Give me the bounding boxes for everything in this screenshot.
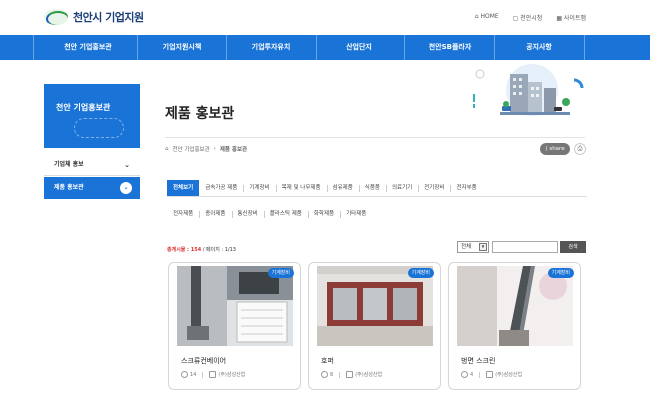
tab-wood[interactable]: 목재 및 나무제품: [275, 180, 327, 196]
product-meta: 14 (주)삼성산업: [181, 371, 245, 378]
category-badge: 기계장비: [547, 268, 574, 278]
product-name: 벙면 스크린: [461, 357, 496, 365]
views: 14: [181, 371, 196, 378]
nav-item-promo[interactable]: 천안 기업홍보관: [43, 35, 133, 60]
user-icon: [461, 371, 468, 378]
breadcrumb-item[interactable]: 천안 기업홍보관: [173, 145, 210, 153]
divider: [479, 371, 481, 378]
product-card[interactable]: 기계장비 스크류컨베이어 14 (주)삼성산업: [168, 262, 301, 390]
tab-electronics[interactable]: 전자제품: [167, 206, 199, 223]
product-card[interactable]: 기계장비 호퍼 8 (주)삼성산업: [308, 262, 441, 390]
divider: [165, 137, 585, 138]
site-logo[interactable]: 천안시 기업지원: [44, 9, 144, 25]
sidebar-banner: 천안 기업홍보관: [44, 84, 140, 148]
search-input[interactable]: [492, 241, 558, 253]
user-icon: [321, 371, 328, 378]
sidebar-item-label: 제품 홍보관: [54, 184, 84, 191]
select-value: 전체: [461, 244, 472, 250]
product-photo: [317, 266, 433, 346]
city-logo-icon: [44, 9, 68, 25]
nav-divider: [33, 35, 34, 60]
top-bar: 천안시 기업지원 ⌂ HOME ▢ 천안시청 ▦ 사이트맵: [0, 0, 650, 35]
views: 4: [461, 371, 473, 378]
search-button[interactable]: 검색: [560, 241, 586, 253]
post-count: 총게시물 : 154 / 페이지 : 1/13: [167, 246, 236, 253]
tab-electrical[interactable]: 전기장비: [418, 180, 450, 196]
views: 8: [321, 371, 333, 378]
home-icon[interactable]: ⌂: [165, 146, 169, 152]
category-badge: 기계장비: [267, 268, 294, 278]
tab-all[interactable]: 전체보기: [167, 180, 200, 196]
tab-metal[interactable]: 금속가공 제품: [199, 180, 243, 196]
city-hall-link[interactable]: ▢ 천안시청: [513, 13, 543, 22]
category-badge: 기계장비: [407, 268, 434, 278]
tab-medical[interactable]: 의료기기: [385, 180, 418, 196]
product-photo: [177, 266, 293, 346]
tab-paper[interactable]: 종이제품: [199, 206, 231, 223]
breadcrumb-separator: ›: [213, 146, 216, 152]
utility-links: ⌂ HOME ▢ 천안시청 ▦ 사이트맵: [475, 13, 586, 22]
tab-chemical[interactable]: 화학제품: [307, 206, 340, 223]
share-button[interactable]: ⟨ share: [540, 143, 570, 155]
nav-divider: [584, 35, 585, 60]
search-scope-select[interactable]: 전체 ▾: [457, 241, 489, 253]
divider: [202, 371, 204, 378]
home-link[interactable]: ⌂ HOME: [475, 13, 499, 22]
product-card[interactable]: 기계장비 벙면 스크린 4 (주)삼성산업: [448, 262, 581, 390]
company: (주)삼성산업: [486, 371, 522, 378]
product-meta: 8 (주)삼성산업: [321, 371, 382, 378]
tab-telecom[interactable]: 통신장비: [231, 206, 264, 223]
nav-item-investment[interactable]: 기업투자유치: [226, 35, 316, 60]
nav-item-policy[interactable]: 기업지원시책: [137, 35, 227, 60]
site-logo-text: 천안시 기업지원: [73, 11, 144, 24]
company: (주)삼성산업: [209, 371, 245, 378]
category-tabs: 전체보기 금속가공 제품 기계장비 목재 및 나무제품 섬유제품 식품품 의료기…: [167, 180, 587, 197]
building-icon: [346, 371, 354, 378]
tab-food[interactable]: 식품품: [358, 180, 386, 196]
building-icon: [486, 371, 494, 378]
sidebar-item-label: 기업체 홍보: [54, 161, 84, 168]
page-title: 제품 홍보관: [165, 106, 235, 122]
print-icon[interactable]: ⎙: [574, 143, 586, 155]
city-buildings-illustration: [473, 64, 584, 116]
chevron-down-icon: ⌄: [120, 182, 132, 194]
product-name: 호퍼: [321, 357, 334, 365]
nav-item-industrial-park[interactable]: 산업단지: [314, 35, 404, 60]
people-illustration-icon: [74, 118, 124, 138]
count-value: 154: [190, 247, 202, 253]
sidebar-item-company-promo[interactable]: 기업체 홍보 ⌄: [44, 154, 140, 176]
breadcrumb: ⌂ 천안 기업홍보관 › 제품 홍보관: [165, 145, 247, 153]
user-icon: [181, 371, 188, 378]
sidebar-banner-title: 천안 기업홍보관: [56, 103, 111, 112]
divider: [339, 371, 341, 378]
category-tabs-row2: 전자제품 종이제품 통신장비 플라스틱 제품 화학제품 기타제품: [167, 206, 372, 223]
count-label: 총게시물: [167, 247, 186, 253]
tab-textile[interactable]: 섬유제품: [326, 180, 359, 196]
main-navigation: 천안 기업홍보관 기업지원시책 기업투자유치 산업단지 천안SB플라자 공지사항: [0, 35, 650, 60]
product-photo: [457, 266, 573, 346]
sitemap-link[interactable]: ▦ 사이트맵: [556, 13, 586, 22]
company: (주)삼성산업: [346, 371, 382, 378]
chevron-down-icon: ⌄: [124, 161, 130, 169]
building-icon: [209, 371, 217, 378]
tab-plastic[interactable]: 플라스틱 제품: [263, 206, 308, 223]
nav-item-notice[interactable]: 공지사항: [494, 35, 584, 60]
tab-machinery[interactable]: 기계장비: [243, 180, 275, 196]
breadcrumb-current: 제품 홍보관: [219, 147, 248, 153]
tab-electronic-parts[interactable]: 전자부품: [450, 180, 482, 196]
product-meta: 4 (주)삼성산업: [461, 371, 522, 378]
nav-item-sb-plaza[interactable]: 천안SB플라자: [405, 35, 495, 60]
sidebar-item-product-promo[interactable]: 제품 홍보관 ⌄: [44, 177, 140, 199]
page-info: / 페이지 : 1/13: [202, 247, 236, 253]
product-name: 스크류컨베이어: [181, 357, 227, 365]
tab-etc[interactable]: 기타제품: [340, 206, 372, 223]
chevron-down-icon: ▾: [479, 243, 487, 251]
